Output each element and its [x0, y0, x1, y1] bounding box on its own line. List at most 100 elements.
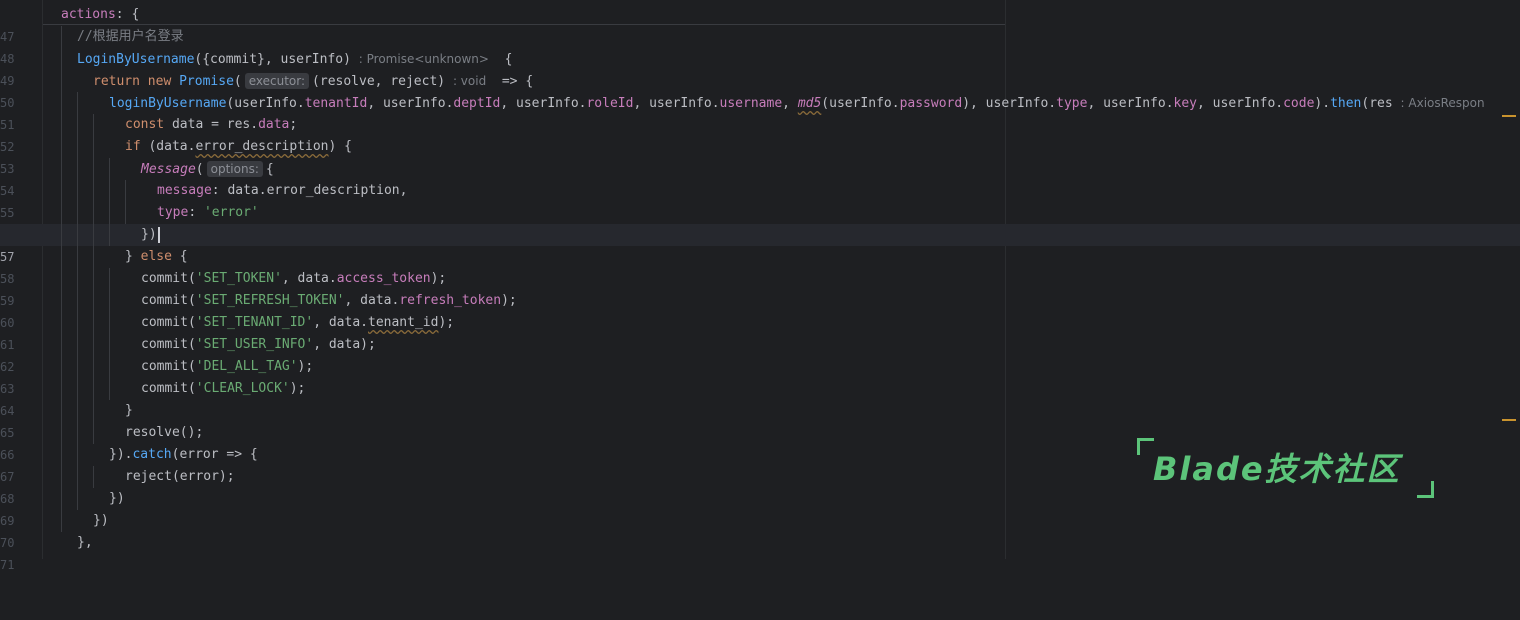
code-line[interactable]: 63 commit('DEL_ALL_TAG');: [0, 356, 1520, 396]
token: 'SET_TOKEN': [195, 271, 282, 286]
token: (data.: [140, 139, 196, 154]
token: : data.error_description,: [211, 183, 408, 198]
token: );: [430, 271, 447, 286]
token: commit(: [141, 381, 196, 396]
token: 'CLEAR_LOCK': [195, 381, 290, 396]
code-line[interactable]: 71 },: [0, 532, 1520, 572]
token: type: [157, 205, 189, 220]
token: (userInfo.: [226, 96, 305, 111]
token: message: [157, 183, 212, 198]
token: }: [125, 249, 141, 264]
token: tenant_id: [368, 315, 439, 330]
code-line[interactable]: 59 commit('SET_TOKEN', data.access_token…: [0, 268, 1520, 308]
code-line[interactable]: 54 Message(options:{: [0, 158, 1520, 198]
code-line[interactable]: 52 const data = res.data;: [0, 114, 1520, 154]
token: refresh_token: [399, 293, 502, 308]
token: commit(: [141, 359, 196, 374]
token: (: [195, 162, 204, 177]
token: Promise: [179, 74, 234, 89]
code-line[interactable]: 64 commit('CLEAR_LOCK');: [0, 378, 1520, 418]
code-line[interactable]: 53 if (data.error_description) {: [0, 136, 1520, 176]
token: , userInfo.: [633, 96, 720, 111]
token: );: [297, 359, 314, 374]
token: ({commit}, userInfo): [194, 52, 351, 67]
line-number: 71: [0, 558, 14, 572]
token: 'SET_TENANT_ID': [195, 315, 314, 330]
token: }): [141, 227, 157, 242]
token: 'SET_REFRESH_TOKEN': [195, 293, 345, 308]
token: code: [1283, 96, 1315, 111]
token: Message: [141, 162, 196, 177]
token: commit(: [141, 337, 196, 352]
code-line[interactable]: 47 actions: {: [0, 4, 1520, 44]
token: commit(: [141, 271, 196, 286]
token: loginByUsername: [109, 96, 227, 111]
token: (resolve, reject): [312, 74, 446, 89]
token: type: [1056, 96, 1088, 111]
scrollbar-marker[interactable]: [1502, 115, 1516, 117]
token: , data.: [313, 315, 368, 330]
comment: //根据用户名登录: [77, 29, 184, 44]
code-line[interactable]: 51 loginByUsername(userInfo.tenantId, us…: [0, 92, 1520, 132]
code-line[interactable]: 70 }): [0, 510, 1520, 550]
token: 'error': [203, 205, 259, 220]
watermark-text: Blade技术社区: [1153, 450, 1401, 488]
token: else: [140, 249, 172, 264]
token: access_token: [336, 271, 431, 286]
token: if: [125, 139, 141, 154]
watermark-logo: Blade技术社区: [1133, 436, 1438, 500]
token: {: [265, 162, 274, 177]
token: , userInfo.: [970, 96, 1057, 111]
corner-bracket-icon: [1137, 438, 1154, 455]
token: catch: [132, 447, 172, 462]
token: actions: [61, 7, 116, 22]
code-line[interactable]: 48 //根据用户名登录: [0, 26, 1520, 66]
corner-bracket-icon: [1417, 481, 1434, 498]
code-line[interactable]: 58 } else {: [0, 246, 1520, 286]
token: roleId: [586, 96, 634, 111]
scrollbar-marker[interactable]: [1502, 419, 1516, 421]
code-line[interactable]: 65 }: [0, 400, 1520, 440]
token: md5: [797, 96, 822, 111]
token: (error => {: [171, 447, 258, 462]
token: );: [289, 381, 306, 396]
code-line-current[interactable]: 57 }): [0, 224, 1520, 264]
token: ) {: [328, 139, 352, 154]
token: : {: [115, 7, 140, 22]
code-line[interactable]: 62 commit('SET_USER_INFO', data);: [0, 334, 1520, 374]
code-line[interactable]: 61 commit('SET_TENANT_ID', data.tenant_i…: [0, 312, 1520, 352]
token: {: [179, 249, 188, 264]
token: , data.: [281, 271, 337, 286]
token: (res: [1361, 96, 1393, 111]
token: tenantId: [304, 96, 368, 111]
code-line[interactable]: 49 LoginByUsername({commit}, userInfo) :…: [0, 48, 1520, 88]
token: then: [1330, 96, 1362, 111]
token: commit(: [141, 315, 196, 330]
token: );: [501, 293, 517, 308]
token: },: [77, 535, 93, 550]
token: return: [93, 74, 140, 89]
code-line[interactable]: 60 commit('SET_REFRESH_TOKEN', data.refr…: [0, 290, 1520, 330]
token: ).: [1314, 96, 1331, 111]
token: (: [233, 74, 242, 89]
token: => {: [501, 74, 534, 89]
token: data = res.: [164, 117, 259, 132]
code-editor[interactable]: 47 actions: { 48 //根据用户名登录 49 LoginByUse…: [0, 0, 1520, 572]
code-line[interactable]: 56 type: 'error': [0, 202, 1520, 242]
token: username: [719, 96, 783, 111]
code-line[interactable]: 55 message: data.error_description,: [0, 180, 1520, 220]
token: }).: [109, 447, 133, 462]
token: commit(: [141, 293, 196, 308]
token: }): [93, 513, 109, 528]
token: 'DEL_ALL_TAG': [195, 359, 298, 374]
token: resolve();: [125, 425, 204, 440]
token: }: [125, 403, 133, 418]
text-caret: [157, 226, 160, 243]
token: , userInfo.: [1197, 96, 1284, 111]
code-line[interactable]: 50 return new Promise(executor: (resolve,…: [0, 70, 1520, 110]
token: reject(error);: [125, 469, 235, 484]
token: :: [188, 205, 204, 220]
parameter-hint: options:: [206, 161, 263, 177]
token: data: [258, 117, 290, 132]
type-hint: : AxiosRespon: [1400, 96, 1485, 110]
